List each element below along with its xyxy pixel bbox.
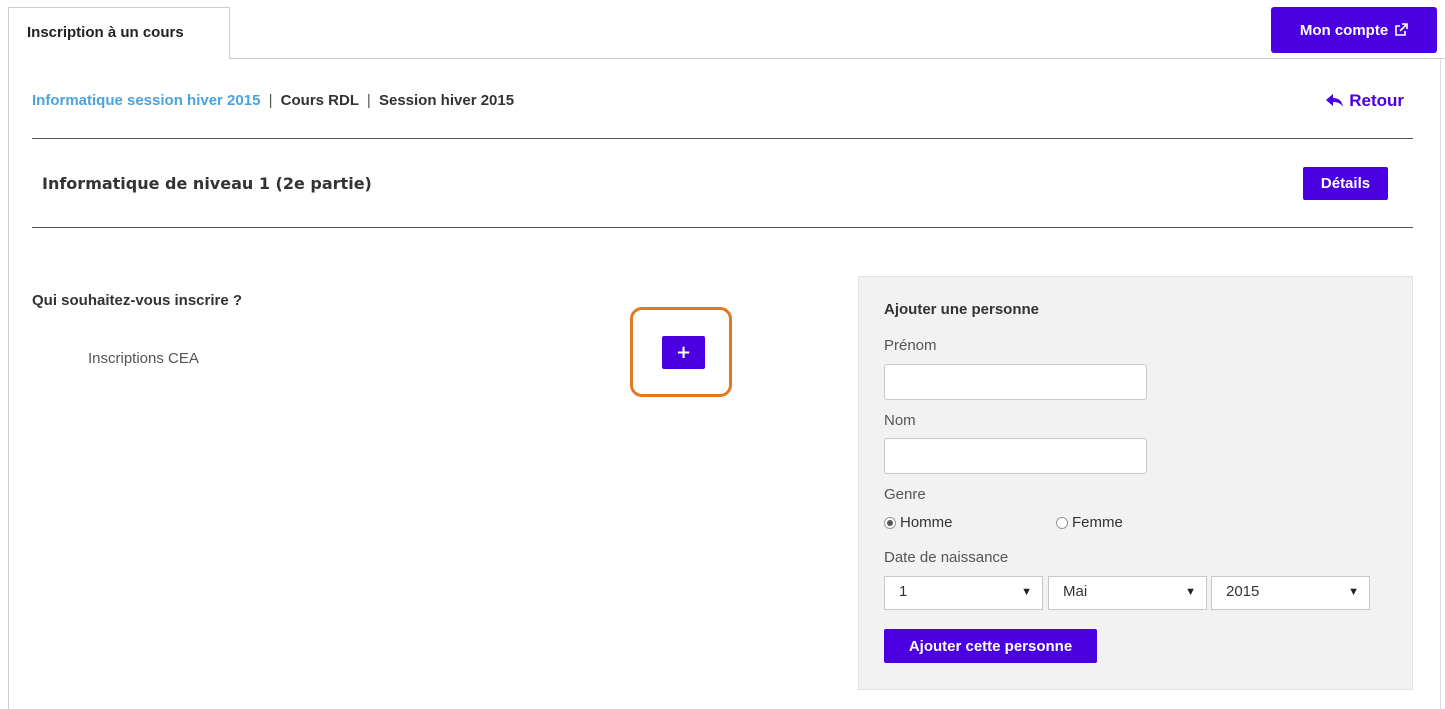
- gender-option-label: Homme: [900, 514, 953, 531]
- group-label: Inscriptions CEA: [88, 350, 199, 367]
- breadcrumb: Informatique session hiver 2015 | Cours …: [32, 92, 514, 109]
- tab-bar-line: [230, 58, 1445, 59]
- lastname-label: Nom: [884, 412, 916, 429]
- course-title: Informatique de niveau 1 (2e partie): [42, 174, 372, 193]
- add-person-submit-button[interactable]: Ajouter cette personne: [884, 629, 1097, 663]
- birth-month-value: Mai: [1063, 583, 1088, 600]
- lastname-input[interactable]: [884, 438, 1147, 474]
- birthdate-label: Date de naissance: [884, 549, 1009, 566]
- external-link-icon: [1395, 23, 1408, 36]
- gender-radio-homme[interactable]: Homme: [884, 514, 953, 531]
- add-person-plus-button[interactable]: +: [662, 336, 705, 369]
- details-button[interactable]: Détails: [1303, 167, 1388, 200]
- radio-checked-icon: [884, 516, 896, 529]
- caret-down-icon: ▼: [1021, 586, 1032, 598]
- birth-month-select[interactable]: Mai ▼: [1048, 576, 1207, 610]
- radio-unchecked-icon: [1056, 516, 1068, 529]
- birth-year-value: 2015: [1226, 583, 1260, 600]
- firstname-input[interactable]: [884, 364, 1147, 400]
- my-account-label: Mon compte: [1299, 21, 1389, 39]
- back-link[interactable]: Retour: [1326, 91, 1404, 111]
- breadcrumb-link-program[interactable]: Informatique session hiver 2015: [32, 92, 260, 109]
- birth-year-select[interactable]: 2015 ▼: [1211, 576, 1370, 610]
- birth-day-select[interactable]: 1 ▼: [884, 576, 1043, 610]
- frame-border-left: [8, 58, 9, 709]
- panel-title: Ajouter une personne: [884, 301, 1040, 318]
- gender-radio-femme[interactable]: Femme: [1056, 514, 1123, 531]
- birth-day-value: 1: [899, 583, 908, 600]
- add-person-panel: Ajouter une personne Prénom Nom Genre Ho…: [858, 276, 1413, 690]
- back-label: Retour: [1349, 91, 1404, 110]
- gender-label: Genre: [884, 486, 926, 503]
- breadcrumb-course: Cours RDL: [280, 92, 359, 109]
- divider: [32, 227, 1413, 228]
- firstname-label: Prénom: [884, 337, 937, 354]
- gender-option-label: Femme: [1072, 514, 1123, 531]
- reply-arrow-icon: [1326, 94, 1344, 107]
- registration-question: Qui souhaitez-vous inscrire ?: [32, 292, 243, 309]
- tab-course-registration[interactable]: Inscription à un cours: [8, 7, 230, 59]
- breadcrumb-session: Session hiver 2015: [378, 92, 515, 109]
- breadcrumb-separator: |: [268, 92, 273, 109]
- caret-down-icon: ▼: [1348, 586, 1359, 598]
- my-account-button[interactable]: Mon compte: [1271, 7, 1437, 53]
- caret-down-icon: ▼: [1185, 586, 1196, 598]
- frame-border-right: [1440, 58, 1441, 709]
- breadcrumb-separator: |: [366, 92, 371, 109]
- divider: [32, 138, 1413, 139]
